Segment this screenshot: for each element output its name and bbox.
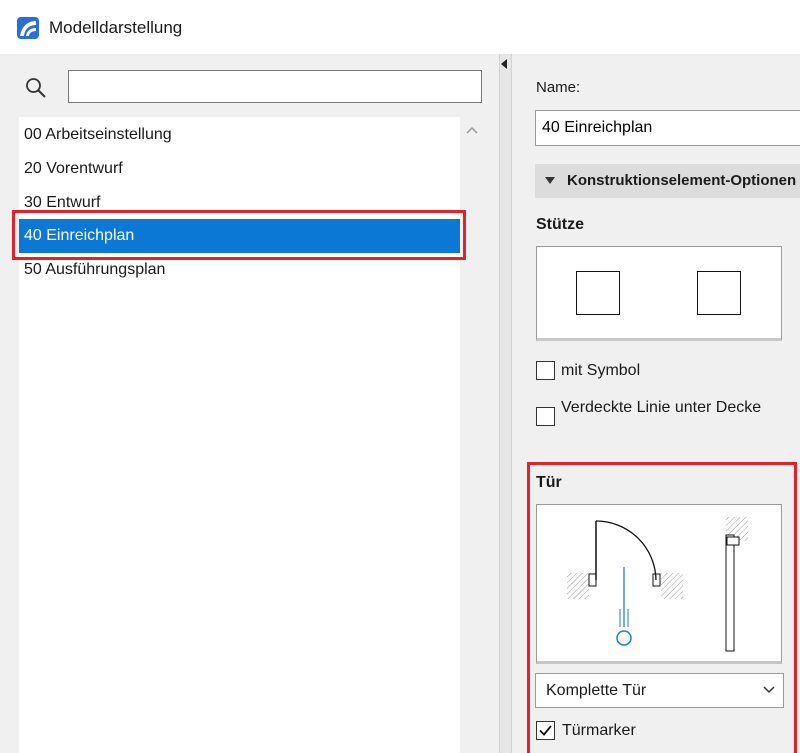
door-group-title: Tür xyxy=(536,474,562,491)
door-marker-label: Türmarker xyxy=(562,722,636,739)
list-item[interactable]: 00 Arbeitseinstellung xyxy=(19,118,460,152)
search-input[interactable] xyxy=(68,70,482,103)
preset-list: 00 Arbeitseinstellung 20 Vorentwurf 30 E… xyxy=(19,117,460,753)
chevron-up-icon[interactable] xyxy=(464,122,480,138)
window-title: Modelldarstellung xyxy=(49,18,183,37)
chevron-down-icon[interactable] xyxy=(762,684,776,694)
hidden-line-checkbox[interactable] xyxy=(536,407,555,426)
door-preview xyxy=(536,504,782,664)
collapse-arrow-icon[interactable] xyxy=(501,59,507,69)
panel-splitter[interactable] xyxy=(499,54,512,753)
column-plain-icon xyxy=(697,271,741,315)
name-field[interactable] xyxy=(535,110,800,146)
column-group-title: Stütze xyxy=(536,216,584,233)
with-symbol-label: mit Symbol xyxy=(561,362,641,379)
search-icon xyxy=(26,78,46,98)
column-preview xyxy=(536,246,782,341)
hidden-line-label: Verdeckte Linie unter Decke xyxy=(561,399,762,416)
door-plan-icon xyxy=(567,517,748,652)
list-item-selected[interactable]: 40 Einreichplan xyxy=(19,219,460,253)
door-display-select[interactable]: Komplette Tür xyxy=(535,673,784,708)
name-label: Name: xyxy=(536,79,581,96)
list-item[interactable]: 50 Ausführungsplan xyxy=(19,253,460,287)
archicad-icon xyxy=(17,17,39,39)
list-scrollbar[interactable] xyxy=(460,117,484,753)
checkmark-icon xyxy=(539,725,552,736)
list-item[interactable]: 30 Entwurf xyxy=(19,186,460,220)
list-item[interactable]: 20 Vorentwurf xyxy=(19,152,460,186)
section-title: Konstruktionselement-Optionen xyxy=(567,172,797,189)
door-marker-checkbox[interactable] xyxy=(536,721,555,740)
column-symbol-icon xyxy=(576,271,620,315)
with-symbol-checkbox[interactable] xyxy=(536,361,555,380)
caret-down-icon[interactable] xyxy=(545,177,555,184)
